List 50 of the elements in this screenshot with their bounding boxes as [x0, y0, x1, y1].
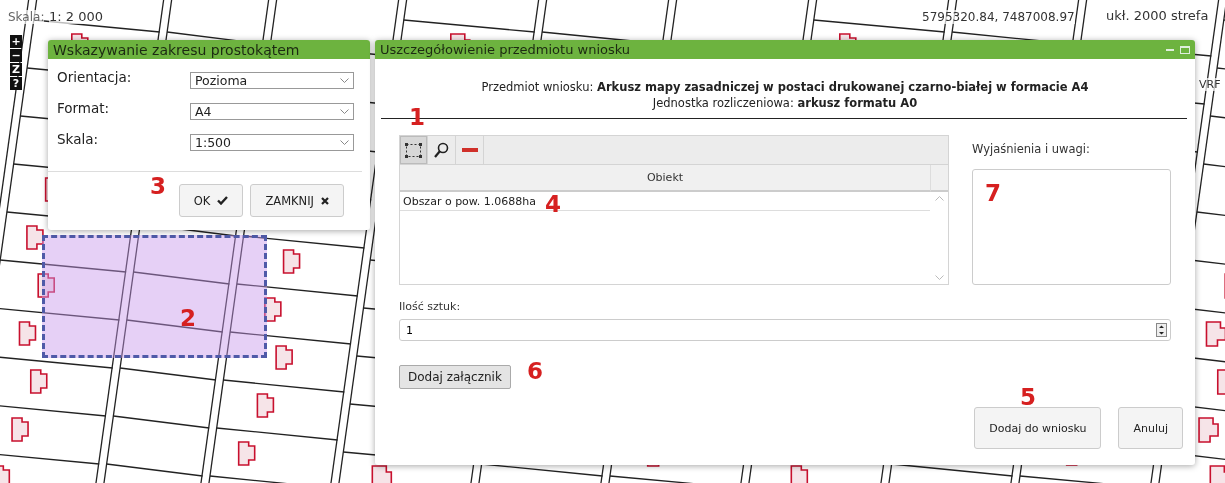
- table-cell[interactable]: Obszar o pow. 1.0688ha: [403, 195, 537, 208]
- minimize-icon[interactable]: [1166, 48, 1174, 51]
- attach-button[interactable]: Dodaj załącznik: [399, 365, 511, 389]
- crs-text: ukł. 2000 strefa: [1106, 8, 1209, 23]
- caret-icon: [340, 77, 349, 84]
- search-icon: [434, 142, 449, 158]
- zoom-control[interactable]: ?: [10, 77, 22, 90]
- scale-label: Skala:: [8, 10, 45, 24]
- annotation-number: 7: [985, 182, 1001, 205]
- coordinates-text: 5795320.84, 7487008.97: [922, 10, 1075, 24]
- annotation-number: 4: [545, 193, 561, 216]
- quantity-field[interactable]: 1: [399, 319, 1171, 341]
- rectangle-select-icon: [405, 142, 422, 158]
- close-button[interactable]: ZAMKNIJ: [250, 184, 344, 217]
- annotation-number: 6: [527, 360, 543, 383]
- notes-label: Wyjaśnienia i uwagi:: [972, 141, 1091, 156]
- field-label: Skala:: [57, 131, 98, 147]
- scroll-up-icon[interactable]: [934, 195, 944, 201]
- field-label: Orientacja:: [57, 69, 132, 85]
- dropdown[interactable]: 1:500: [190, 134, 354, 151]
- zoom-control[interactable]: Z: [10, 63, 22, 76]
- scale-value: 1: 2 000: [49, 9, 103, 24]
- notes-field[interactable]: [972, 169, 1171, 285]
- dialog-title: Wskazywanie zakresu prostokątem: [48, 40, 370, 59]
- caret-icon: [340, 108, 349, 115]
- caret-icon: [340, 139, 349, 146]
- tool-button[interactable]: [400, 136, 428, 164]
- column-header: Obiekt: [400, 165, 930, 192]
- zoom-control[interactable]: −: [10, 49, 22, 62]
- field-label: Format:: [57, 100, 110, 116]
- dialog-title: Uszczegółowienie przedmiotu wniosku: [380, 42, 631, 57]
- add-button[interactable]: Dodaj do wniosku: [974, 407, 1102, 449]
- spinner-icon[interactable]: [1156, 323, 1167, 337]
- maximize-icon[interactable]: [1180, 45, 1190, 54]
- subject-text: Przedmiot wniosku: Arkusz mapy zasadniczej w postaci drukowanej czarno-białej w formacie A4: [480, 79, 1090, 95]
- close-icon: [321, 196, 329, 205]
- unit-text: Jednostka rozliczeniowa: arkusz formatu A0: [651, 95, 919, 111]
- dropdown[interactable]: Pozioma: [190, 72, 354, 89]
- check-icon: [217, 196, 229, 205]
- annotation-number: 5: [1020, 386, 1036, 409]
- quantity-label: Ilość sztuk:: [399, 300, 462, 313]
- dropdown[interactable]: A4: [190, 103, 354, 120]
- annotation-number: 2: [180, 307, 196, 330]
- annotation-number: 3: [150, 175, 166, 198]
- height-system-text: VRF: [1199, 78, 1221, 91]
- remove-icon: [461, 148, 478, 152]
- cancel-button[interactable]: Anuluj: [1118, 407, 1183, 449]
- ok-button[interactable]: OK: [178, 184, 244, 217]
- zoom-control[interactable]: +: [10, 35, 22, 48]
- scroll-down-icon[interactable]: [934, 275, 944, 281]
